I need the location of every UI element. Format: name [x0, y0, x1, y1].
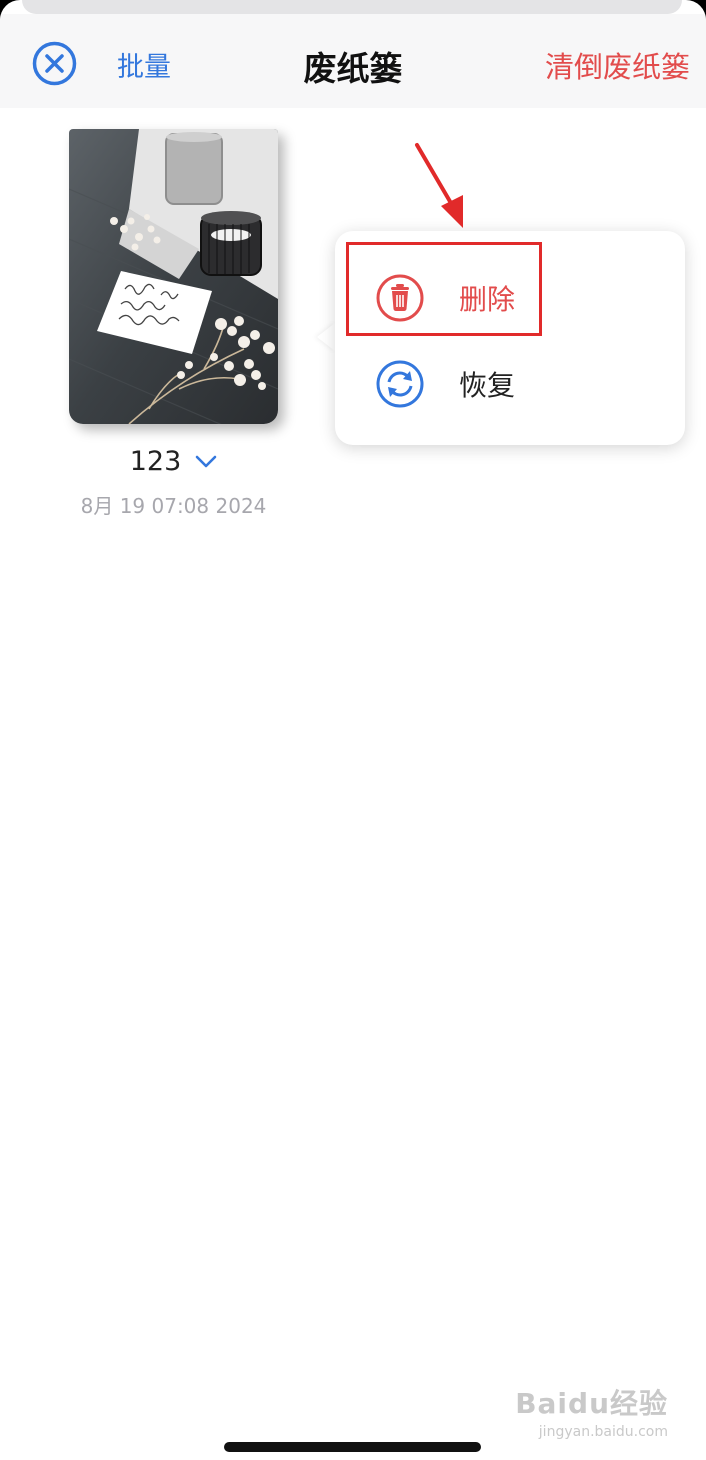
popup-pointer — [317, 323, 335, 351]
annotation-highlight-box — [346, 242, 542, 336]
file-thumbnail[interactable] — [69, 129, 278, 424]
watermark-url: jingyan.baidu.com — [538, 1424, 668, 1440]
watermark-brand: Baidu经验 — [515, 1387, 668, 1420]
chevron-down-icon[interactable] — [195, 455, 217, 469]
empty-trash-button[interactable]: 清倒废纸篓 — [545, 44, 690, 86]
file-name: 123 — [129, 446, 182, 477]
navigation-bar: 批量 废纸篓 清倒废纸篓 — [0, 14, 706, 108]
menu-item-restore[interactable]: 恢复 — [335, 339, 685, 429]
watermark: Baidu经验 jingyan.baidu.com — [515, 1382, 668, 1440]
sheet-top-edge — [22, 0, 682, 14]
photo-thumbnail-image — [69, 129, 278, 424]
menu-label-restore: 恢复 — [459, 369, 516, 402]
file-date: 8月 19 07:08 2024 — [80, 494, 267, 518]
file-name-row[interactable]: 123 — [0, 446, 347, 477]
restore-icon — [375, 359, 425, 409]
trash-sheet: 批量 废纸篓 清倒废纸篓 123 8月 19 07:08 2024 删除 恢复 … — [0, 0, 706, 1460]
annotation-arrow — [415, 143, 463, 228]
home-indicator[interactable] — [224, 1442, 481, 1452]
